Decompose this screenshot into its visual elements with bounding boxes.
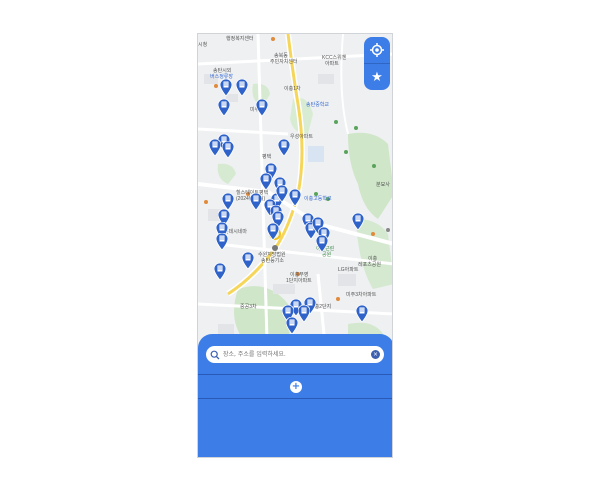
map-pin-icon[interactable] [216,233,228,250]
search-input[interactable] [220,348,371,361]
clear-icon[interactable]: × [371,350,380,359]
map-label: 중공3차 [240,304,257,310]
divider [198,398,392,399]
map-label: 1단지아파트 [286,278,312,284]
map-label: 분묘사 [376,182,390,188]
add-button[interactable]: + [290,381,302,393]
search-icon [210,350,220,359]
map-pin-icon[interactable] [260,173,272,190]
bottom-sheet: × + [198,334,392,457]
map-pin-icon[interactable] [289,189,301,206]
map-pin-icon[interactable] [242,252,254,269]
map-label: 우성아파트 [290,134,314,140]
map-pin-icon[interactable] [209,139,221,156]
map-pin-icon[interactable] [298,305,310,322]
divider [198,374,392,375]
map-pin-icon[interactable] [278,139,290,156]
map-label: 주민자치센터 [270,59,298,65]
map-pin-icon[interactable] [222,141,234,158]
map-label: 공원 [322,252,332,258]
map-pin-icon[interactable] [276,185,288,202]
map-pin-icon[interactable] [352,213,364,230]
map-pin-icon[interactable] [316,235,328,252]
map-pin-icon[interactable] [286,317,298,334]
map-pin-icon[interactable] [356,305,368,322]
map-pin-icon[interactable] [222,193,234,210]
map-pin-icon[interactable] [256,99,268,116]
map-pin-icon[interactable] [267,223,279,240]
map-label: 이충1차 [284,86,301,92]
map-pin-icon[interactable] [250,193,262,210]
map-label: 레포츠공원 [358,262,382,268]
map-label: 행정복지센터 [226,36,254,42]
search-bar[interactable]: × [206,346,384,363]
map-label: LG아파트 [338,267,359,273]
map-label: 송탄등기소 [261,258,285,264]
star-icon: ★ [371,69,383,85]
map-pin-icon[interactable] [218,99,230,116]
crosshair-icon [370,43,384,57]
map-label: 송탄중학교 [306,102,330,108]
map-view[interactable]: 행정복지센터 시청 송탄시외 버스정류장 KCC스위첸 아파트 송북동 주민자치… [198,34,392,375]
favorites-button[interactable]: ★ [364,63,390,90]
map-label: 평택 [262,154,272,160]
map-pin-icon[interactable] [214,263,226,280]
map-pin-icon[interactable] [220,79,232,96]
map-label: 아파트 [325,61,339,67]
map-label: 시청 [198,42,208,48]
current-location-button[interactable] [364,37,390,63]
map-label: 미주3차아파트 [346,292,377,298]
map-label: 이충고등학교 [304,196,332,202]
phone-frame: 행정복지센터 시청 송탄시외 버스정류장 KCC스위첸 아파트 송북동 주민자치… [197,33,393,458]
map-pin-icon[interactable] [236,79,248,96]
